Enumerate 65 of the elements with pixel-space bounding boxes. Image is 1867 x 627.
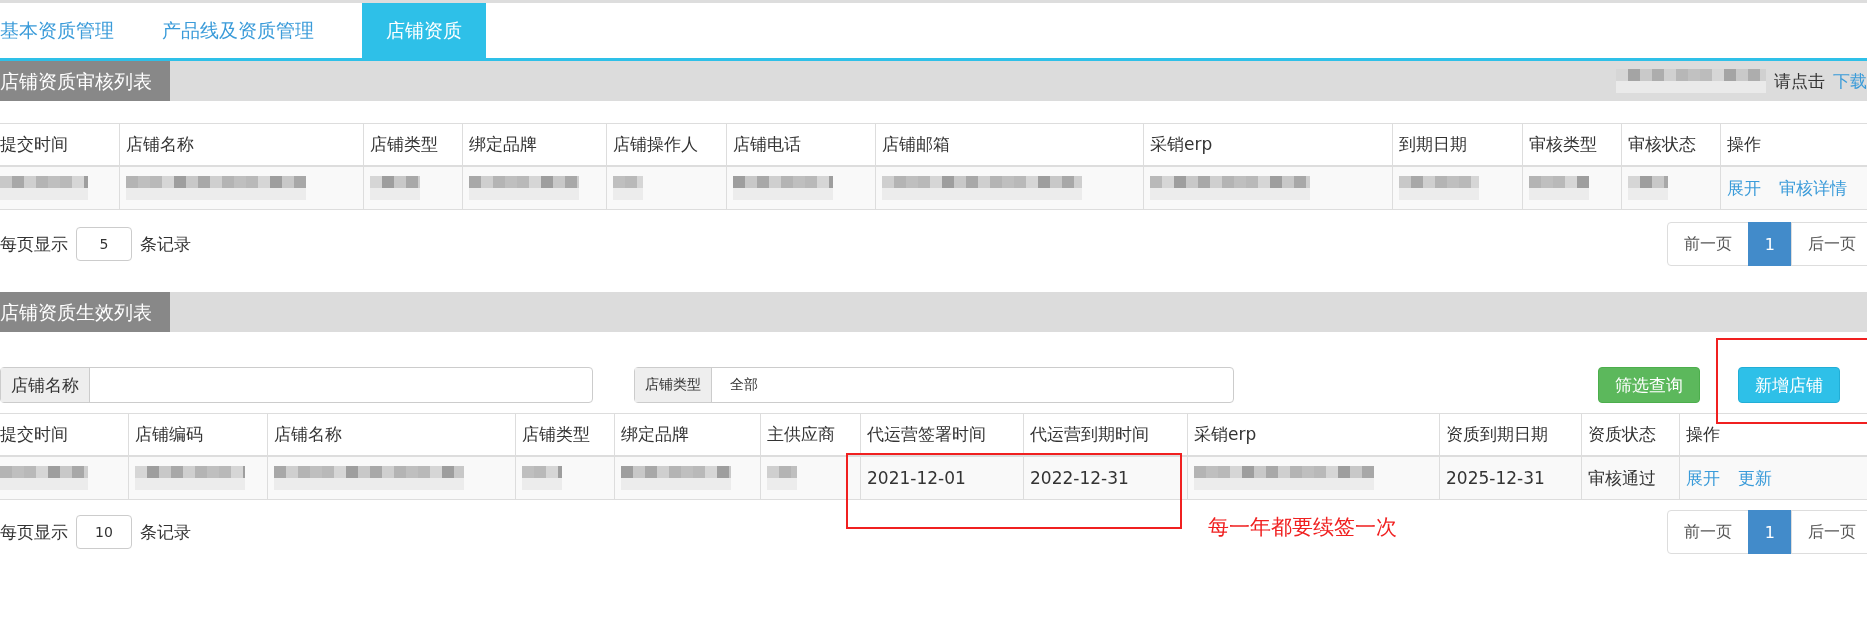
action-link[interactable]: 审核详情 (1779, 176, 1847, 200)
filter-button[interactable]: 筛选查询 (1598, 367, 1700, 403)
page-size-field[interactable]: 5 (76, 227, 132, 261)
shop-type-select[interactable]: 店铺类型 全部 (634, 367, 1234, 403)
column-header: 操作 (1720, 124, 1867, 165)
shop-name-field[interactable]: 店铺名称 (0, 367, 593, 403)
column-header: 店铺类型 (363, 124, 462, 165)
column-header: 店铺编码 (128, 414, 267, 455)
column-header: 采销erp (1143, 124, 1392, 165)
column-header: 资质状态 (1581, 414, 1679, 455)
table-cell: 审核通过 (1588, 466, 1656, 490)
tab[interactable]: 店铺资质 (362, 3, 486, 58)
column-header: 审核状态 (1621, 124, 1720, 165)
field-label: 店铺类型 (635, 368, 712, 402)
redacted-text-drawing (1628, 176, 1668, 200)
table-cell: 2021-12-01 (867, 468, 966, 488)
action-link[interactable]: 展开 (1727, 176, 1761, 200)
column-header: 代运营签署时间 (860, 414, 1023, 455)
column-header: 店铺操作人 (606, 124, 726, 165)
page-size-label: 条记录 (140, 520, 191, 544)
column-header: 绑定品牌 (614, 414, 760, 455)
column-header: 采销erp (1187, 414, 1439, 455)
annotation-note: 每一年都要续签一次 (1208, 514, 1397, 541)
select-value: 全部 (729, 375, 758, 394)
column-header: 店铺名称 (119, 124, 363, 165)
download-link[interactable]: 下载 (1833, 69, 1867, 93)
redacted-text-drawing (767, 466, 797, 490)
column-header: 资质到期日期 (1439, 414, 1581, 455)
column-header: 主供应商 (760, 414, 860, 455)
page-size-label: 条记录 (140, 232, 191, 256)
redacted-text-drawing (1529, 176, 1589, 200)
column-header: 提交时间 (0, 133, 69, 156)
tab[interactable]: 基本资质管理 (0, 3, 138, 58)
page-button[interactable]: 后一页 (1791, 510, 1867, 554)
page-button[interactable]: 后一页 (1791, 222, 1867, 266)
page-button[interactable]: 前一页 (1666, 510, 1749, 554)
action-link[interactable]: 展开 (1686, 466, 1720, 490)
page-button[interactable]: 1 (1747, 510, 1792, 554)
section-title: 店铺资质生效列表 (0, 292, 170, 332)
column-header: 店铺名称 (267, 414, 515, 455)
redacted-text-drawing (522, 466, 562, 490)
column-header: 提交时间 (0, 423, 69, 446)
page-size-label: 每页显示 (0, 520, 68, 544)
table-cell: 2025-12-31 (1446, 468, 1545, 488)
hint-text: 请点击 (1774, 69, 1825, 93)
action-link[interactable]: 更新 (1738, 466, 1772, 490)
table-cell: 2022-12-31 (1030, 468, 1129, 488)
column-header: 店铺邮箱 (875, 124, 1143, 165)
add-shop-button[interactable]: 新增店铺 (1738, 367, 1840, 403)
column-header: 代运营到期时间 (1023, 414, 1187, 455)
tab[interactable]: 产品线及资质管理 (162, 3, 338, 58)
column-header: 审核类型 (1522, 124, 1621, 165)
column-header: 店铺类型 (515, 414, 614, 455)
page-button[interactable]: 前一页 (1666, 222, 1749, 266)
page-button[interactable]: 1 (1747, 222, 1792, 266)
section-title: 店铺资质审核列表 (0, 61, 170, 101)
page-size-field[interactable]: 10 (76, 515, 132, 549)
redacted-text-drawing (613, 176, 643, 200)
redacted-text-drawing (370, 176, 420, 200)
column-header: 到期日期 (1392, 124, 1522, 165)
column-header: 绑定品牌 (462, 124, 606, 165)
field-label: 店铺名称 (1, 368, 90, 402)
column-header: 操作 (1679, 414, 1867, 455)
column-header: 店铺电话 (726, 124, 875, 165)
page-size-label: 每页显示 (0, 232, 68, 256)
